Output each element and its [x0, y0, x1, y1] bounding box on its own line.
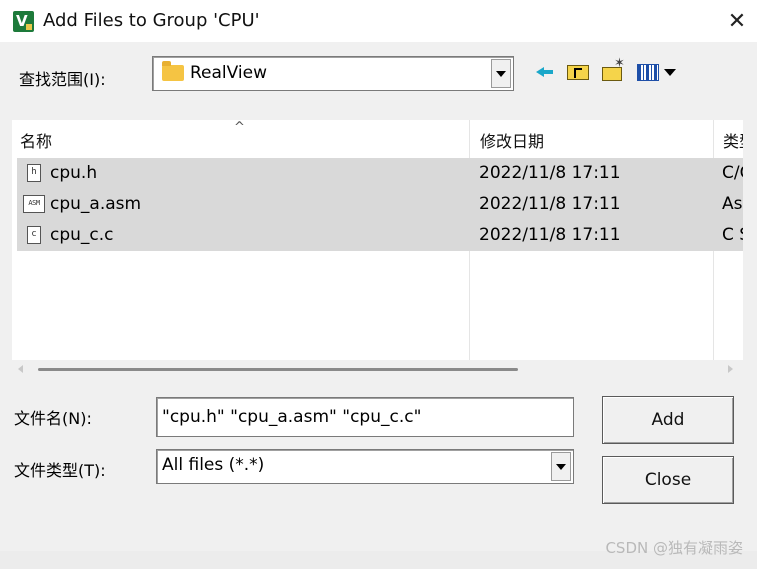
column-header-date[interactable]: 修改日期: [480, 128, 544, 152]
file-name-label: 文件名(N):: [14, 409, 92, 428]
horizontal-scrollbar[interactable]: [12, 360, 743, 378]
file-row-cpu-a-asm[interactable]: ASM cpu_a.asm 2022/11/8 17:11 As: [17, 189, 743, 220]
scroll-left-icon[interactable]: [18, 365, 23, 373]
file-row-cpu-h[interactable]: h cpu.h 2022/11/8 17:11 C/C: [17, 158, 743, 189]
file-row-cpu-c-c[interactable]: c cpu_c.c 2022/11/8 17:11 C S: [17, 220, 743, 251]
title-bar: Add Files to Group 'CPU' ✕: [0, 0, 757, 42]
sort-ascending-icon: ^: [234, 120, 245, 135]
scrollbar-thumb[interactable]: [38, 368, 518, 371]
file-type-dropdown-arrow[interactable]: [551, 452, 571, 481]
add-button[interactable]: Add: [602, 396, 734, 444]
look-in-value: RealView: [190, 63, 267, 83]
file-name: cpu_a.asm: [50, 194, 142, 214]
file-type: As: [722, 194, 743, 214]
look-in-dropdown-arrow[interactable]: [491, 59, 511, 88]
keil-app-icon: [13, 11, 34, 32]
file-date: 2022/11/8 17:11: [479, 163, 621, 183]
c-file-icon: c: [27, 226, 41, 244]
column-header-type[interactable]: 类型: [723, 128, 743, 152]
file-type: C/C: [722, 163, 743, 183]
file-name-input[interactable]: [156, 397, 574, 437]
file-date: 2022/11/8 17:11: [479, 194, 621, 214]
file-date: 2022/11/8 17:11: [479, 225, 621, 245]
dialog-title: Add Files to Group 'CPU': [43, 10, 260, 31]
back-arrow-icon[interactable]: [534, 60, 558, 84]
folder-icon: [162, 61, 184, 81]
scroll-right-icon[interactable]: [728, 365, 733, 373]
watermark: CSDN @独有凝雨姿: [605, 539, 743, 557]
new-folder-icon[interactable]: [601, 56, 625, 84]
column-header-name[interactable]: 名称: [20, 128, 52, 152]
file-type: C S: [722, 225, 743, 245]
add-files-dialog: Add Files to Group 'CPU' ✕ 查找范围(I): Real…: [0, 0, 757, 551]
column-header-row: 名称 ^ 修改日期 类型: [12, 120, 743, 156]
file-name: cpu_c.c: [50, 225, 114, 245]
file-type-value: All files (*.*): [162, 455, 265, 475]
close-button[interactable]: Close: [602, 456, 734, 504]
up-folder-icon[interactable]: [566, 60, 590, 84]
file-list: 名称 ^ 修改日期 类型 h cpu.h 2022/11/8 17:11 C/C…: [12, 120, 743, 360]
view-menu-icon[interactable]: [636, 60, 680, 84]
h-file-icon: h: [27, 164, 41, 182]
look-in-dropdown[interactable]: RealView: [152, 56, 514, 91]
file-type-dropdown[interactable]: All files (*.*): [156, 449, 574, 484]
file-type-label: 文件类型(T):: [14, 461, 106, 480]
look-in-label: 查找范围(I):: [19, 70, 106, 89]
close-window-button[interactable]: ✕: [717, 0, 757, 42]
file-name: cpu.h: [50, 163, 98, 183]
asm-file-icon: ASM: [23, 195, 45, 213]
